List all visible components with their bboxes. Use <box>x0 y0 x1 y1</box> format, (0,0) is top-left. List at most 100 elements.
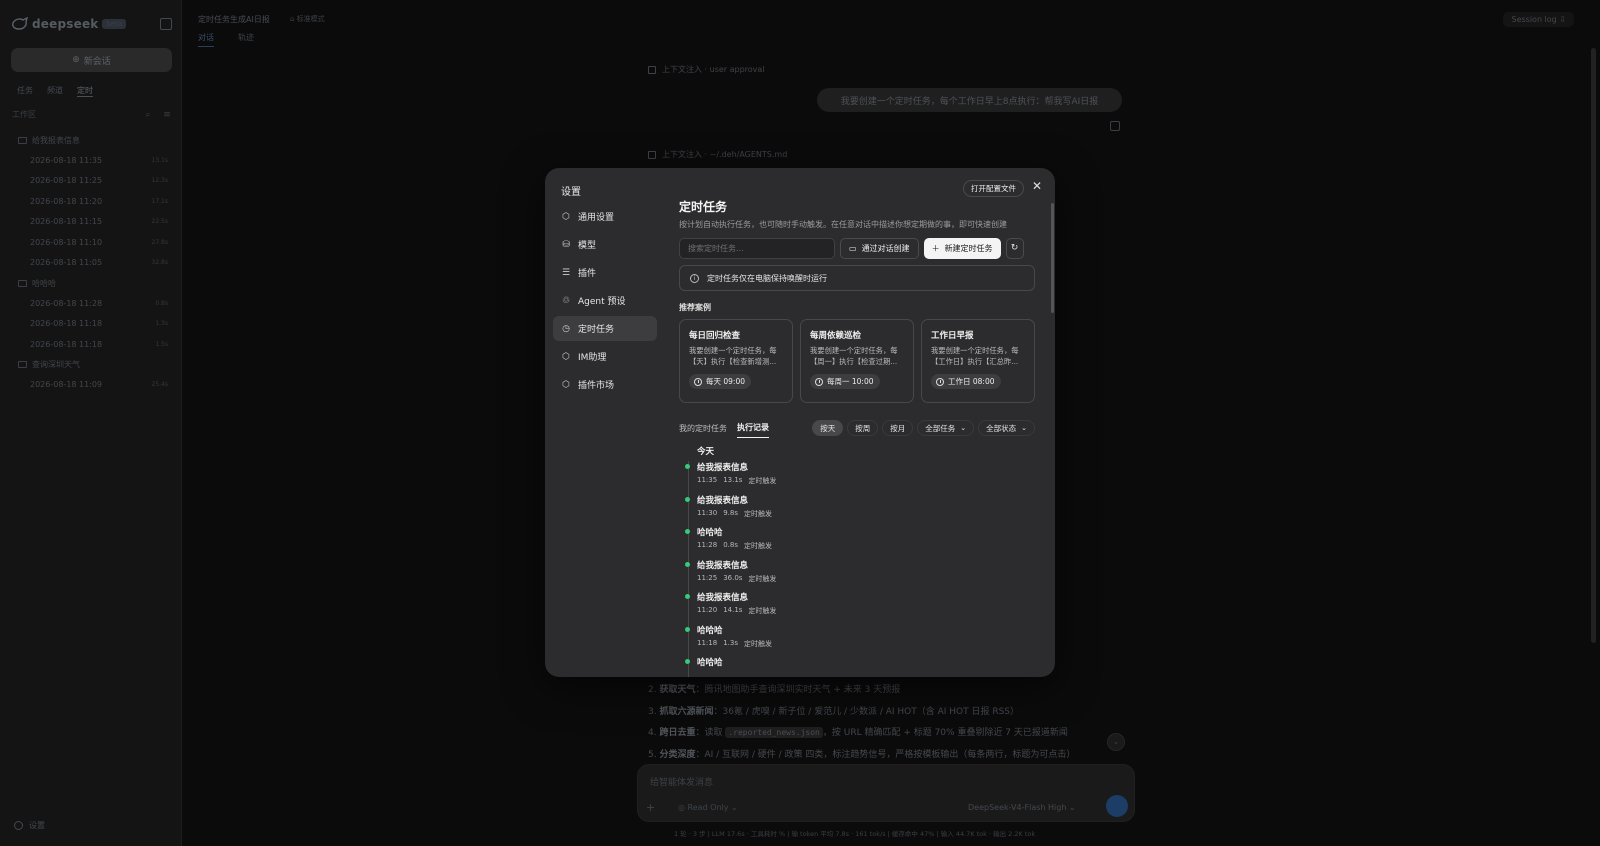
modal-scrollbar[interactable] <box>1051 203 1054 313</box>
run-record-time: 11:30 <box>697 508 718 517</box>
schedule-chip: 每周一 10:00 <box>810 374 880 389</box>
card-title: 每周依赖巡检 <box>810 331 862 341</box>
tab-run-history[interactable]: 执行记录 <box>737 422 769 438</box>
create-via-chat-label: 通过对话创建 <box>861 243 910 253</box>
create-via-chat-button[interactable]: ▭ 通过对话创建 <box>840 237 919 259</box>
recommended-card[interactable]: 每周依赖巡检 我要创建一个定时任务，每【周一】执行【检查过期... 每周一 10:0… <box>800 319 914 403</box>
settings-nav-item[interactable]: ♲ Agent 预设 <box>553 288 657 313</box>
settings-nav-label: 插件市场 <box>578 381 615 391</box>
status-dot-icon <box>685 659 690 664</box>
settings-nav-item[interactable]: ☰ 插件 <box>553 260 657 285</box>
run-record[interactable]: 给我报表信息 11:35 13.1s 定时触发 <box>685 461 997 486</box>
run-record-name: 哈哈哈 <box>697 528 723 538</box>
new-task-button[interactable]: ＋ 新建定时任务 <box>923 237 1001 259</box>
run-record-duration: 14.1s <box>723 606 743 614</box>
schedule-chip: 工作日 08:00 <box>931 374 1001 389</box>
task-search-input[interactable] <box>679 237 835 259</box>
clock-icon <box>815 377 823 386</box>
run-record-duration: 1.3s <box>723 638 738 647</box>
status-dot-icon <box>685 561 690 567</box>
recommended-card[interactable]: 工作日早报 我要创建一个定时任务，每【工作日】执行【汇总昨... 工作日 08:00 <box>921 319 1035 403</box>
run-record-time: 11:20 <box>697 606 718 614</box>
schedule-label: 每周一 10:00 <box>827 377 874 386</box>
settings-nav-item[interactable]: ◷ 定时任务 <box>553 316 657 341</box>
plus-icon: ＋ <box>931 243 940 253</box>
open-config-button[interactable]: 打开配置文件 <box>963 180 1024 197</box>
run-record-time: 11:25 <box>697 573 718 582</box>
wake-notice: i 定时任务仅在电脑保持唤醒时运行 <box>679 265 1035 291</box>
card-description: 我要创建一个定时任务，每【工作日】执行【汇总昨... <box>931 346 1019 366</box>
settings-nav-item[interactable]: ⬡ 通用设置 <box>553 204 657 229</box>
run-record[interactable]: 哈哈哈 <box>685 656 997 668</box>
timeline-line <box>688 461 689 677</box>
filter-by-week[interactable]: 按周 <box>847 420 879 436</box>
run-record-name: 给我报表信息 <box>697 593 749 603</box>
task-toolbar: ▭ 通过对话创建 ＋ 新建定时任务 ↻ <box>679 237 1035 259</box>
recommended-card[interactable]: 每日回归检查 我要创建一个定时任务，每【天】执行【检查新增测... 每天 09:00 <box>679 319 793 403</box>
settings-nav-item[interactable]: ⬡ IM助理 <box>553 344 657 369</box>
status-dot-icon <box>685 496 690 502</box>
timeline-day-label: 今天 <box>697 447 715 457</box>
settings-nav-item[interactable]: ⬡ 插件市场 <box>553 372 657 397</box>
run-record-name: 哈哈哈 <box>697 658 723 668</box>
run-record-duration: 0.8s <box>723 541 738 549</box>
settings-nav-item[interactable]: ⛁ 模型 <box>553 232 657 257</box>
hexagon-icon: ⬡ <box>562 351 570 362</box>
status-dot-icon <box>685 594 690 599</box>
schedule-chip: 每天 09:00 <box>689 374 751 389</box>
panel-heading: 定时任务 <box>679 200 728 214</box>
settings-nav-label: Agent 预设 <box>578 297 626 307</box>
record-subtabs: 我的定时任务 执行记录 按天 按周 按月 全部任务 ⌄ 全部状态 ⌄ <box>679 420 1035 438</box>
run-record-meta: 11:28 0.8s 定时触发 <box>697 541 997 551</box>
refresh-icon[interactable]: ↻ <box>1005 237 1024 259</box>
card-description: 我要创建一个定时任务，每【天】执行【检查新增测... <box>689 346 777 366</box>
panel-description: 按计划自动执行任务，也可随时手动触发。在任意对话中描述你想定期做的事，即可快速创… <box>679 220 1007 229</box>
run-record-name: 给我报表信息 <box>697 495 749 506</box>
scheduled-tasks-panel: 定时任务 按计划自动执行任务，也可随时手动触发。在任意对话中描述你想定期做的事，… <box>679 198 1035 677</box>
app-window: deepseek beta ⊕ 新会话 任务 频道 定时 工作区 ⌕ ≡ 给我报… <box>0 0 1600 846</box>
filter-by-day[interactable]: 按天 <box>812 420 844 436</box>
modal-title: 设置 <box>561 187 581 198</box>
settings-modal: 设置 打开配置文件 ✕ ⬡ 通用设置 ⛁ 模型 ☰ 插件 ♲ Agent 预设 ◷ 定时任务 ⬡ IM… <box>545 168 1055 677</box>
schedule-label: 工作日 08:00 <box>948 377 995 386</box>
tab-my-tasks[interactable]: 我的定时任务 <box>679 423 727 438</box>
filter-by-month[interactable]: 按月 <box>882 420 914 436</box>
sliders-icon: ☰ <box>561 267 571 278</box>
run-record-trigger: 定时触发 <box>743 542 772 550</box>
hexagon-icon: ⬡ <box>562 211 570 222</box>
clock-icon <box>694 377 702 386</box>
chevron-down-icon: ⌄ <box>1021 424 1027 432</box>
run-history-timeline: 今天 给我报表信息 11:35 13.1s 定时触发 给我报表信息 11:30 9.8s 定时… <box>679 445 1035 677</box>
run-record[interactable]: 给我报表信息 11:30 9.8s 定时触发 <box>685 494 997 519</box>
close-icon[interactable]: ✕ <box>1030 179 1044 193</box>
run-record-meta: 11:30 9.8s 定时触发 <box>697 509 997 519</box>
clock-icon <box>936 377 944 386</box>
run-record-trigger: 定时触发 <box>748 607 777 615</box>
run-record[interactable]: 哈哈哈 11:28 0.8s 定时触发 <box>685 526 997 551</box>
run-record[interactable]: 给我报表信息 11:20 14.1s 定时触发 <box>685 591 997 616</box>
recommended-cards: 每日回归检查 我要创建一个定时任务，每【天】执行【检查新增测... 每天 09:00… <box>679 319 1035 403</box>
chevron-down-icon: ⌄ <box>960 424 967 432</box>
run-record-time: 11:35 <box>697 476 718 484</box>
run-record-trigger: 定时触发 <box>743 509 772 518</box>
settings-nav: ⬡ 通用设置 ⛁ 模型 ☰ 插件 ♲ Agent 预设 ◷ 定时任务 ⬡ IM助理 ⬡ 插件市场 <box>553 204 657 400</box>
wake-notice-text: 定时任务仅在电脑保持唤醒时运行 <box>707 273 827 283</box>
settings-nav-label: 定时任务 <box>578 325 615 335</box>
filter-all-tasks[interactable]: 全部任务 ⌄ <box>917 420 975 436</box>
run-record-meta: 11:18 1.3s 定时触发 <box>697 639 997 649</box>
filter-all-status[interactable]: 全部状态 ⌄ <box>978 420 1035 436</box>
run-record-duration: 9.8s <box>723 508 738 517</box>
run-record-duration: 36.0s <box>723 573 743 582</box>
run-record-time: 11:18 <box>697 638 718 647</box>
run-record-trigger: 定时触发 <box>748 574 777 583</box>
info-icon: i <box>690 273 699 283</box>
run-record-duration: 13.1s <box>723 476 743 484</box>
new-task-label: 新建定时任务 <box>944 243 993 253</box>
settings-nav-label: IM助理 <box>578 353 607 363</box>
run-record-meta: 11:35 13.1s 定时触发 <box>697 476 997 486</box>
settings-nav-label: 插件 <box>578 269 597 279</box>
settings-nav-label: 通用设置 <box>578 213 615 223</box>
run-record[interactable]: 哈哈哈 11:18 1.3s 定时触发 <box>685 624 997 649</box>
agent-icon: ♲ <box>561 295 571 306</box>
run-record[interactable]: 给我报表信息 11:25 36.0s 定时触发 <box>685 559 997 584</box>
